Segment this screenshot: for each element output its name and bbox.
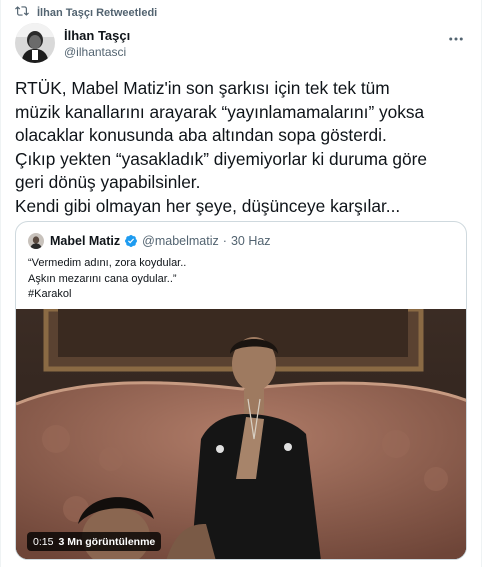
- tweet-line: geri dönüş yapabilsinler.: [15, 172, 201, 192]
- video-duration: 0:15: [33, 535, 54, 548]
- author-display-name[interactable]: İlhan Taşçı: [64, 27, 130, 44]
- avatar[interactable]: [15, 23, 55, 63]
- quoted-line: Aşkın mezarını cana oydular..”: [28, 272, 177, 285]
- tweet-card[interactable]: İlhan Taşçı Retweetledi İlhan Taşçı @ilh…: [0, 0, 482, 567]
- quoted-text: “Vermedim adını, zora koydular.. Aşkın m…: [28, 256, 186, 303]
- tweet-line: RTÜK, Mabel Matiz'in son şarkısı için te…: [15, 78, 390, 98]
- quoted-handle[interactable]: @mabelmatiz: [142, 234, 219, 248]
- tweet-line: müzik kanallarını arayarak “yayınlamamal…: [15, 101, 425, 122]
- video-player[interactable]: 0:15 3 Mn görüntülenme: [16, 309, 466, 559]
- quoted-avatar[interactable]: [28, 233, 44, 249]
- quoted-display-name[interactable]: Mabel Matiz: [50, 234, 120, 248]
- tweet-line: Çıkıp yekten “yasakladık” diyemiyorlar k…: [15, 148, 428, 169]
- tweet-line: Kendi gibi olmayan her şeye, düşünceye k…: [15, 195, 401, 216]
- video-thumbnail: [16, 309, 466, 559]
- author-handle[interactable]: @ilhantasci: [64, 44, 130, 60]
- retweet-label: İlhan Taşçı Retweetledi: [37, 7, 158, 19]
- quoted-hashtag[interactable]: #Karakol: [28, 287, 186, 303]
- tweet-text: RTÜK, Mabel Matiz'in son şarkısı için te…: [15, 77, 473, 218]
- quoted-line: “Vermedim adını, zora koydular..: [28, 257, 187, 269]
- quoted-header: Mabel Matiz @mabelmatiz · 30 Haz: [28, 232, 271, 250]
- tweet-header: İlhan Taşçı @ilhantasci: [15, 22, 467, 64]
- video-stats-badge: 0:15 3 Mn görüntülenme: [27, 532, 162, 551]
- quoted-tweet[interactable]: Mabel Matiz @mabelmatiz · 30 Haz “Vermed…: [15, 221, 467, 560]
- verified-badge-icon: [124, 234, 138, 248]
- quoted-date[interactable]: 30 Haz: [231, 234, 271, 248]
- author-names: İlhan Taşçı @ilhantasci: [64, 27, 130, 60]
- more-icon: [449, 37, 463, 41]
- separator-dot: ·: [222, 234, 227, 248]
- retweet-icon: [15, 4, 29, 23]
- video-view-count: 3 Mn görüntülenme: [58, 535, 156, 548]
- tweet-line: olacaklar konusunda aba altından sopa gö…: [15, 125, 387, 145]
- more-options-button[interactable]: [445, 28, 467, 50]
- retweet-indicator: İlhan Taşçı Retweetledi: [15, 4, 158, 23]
